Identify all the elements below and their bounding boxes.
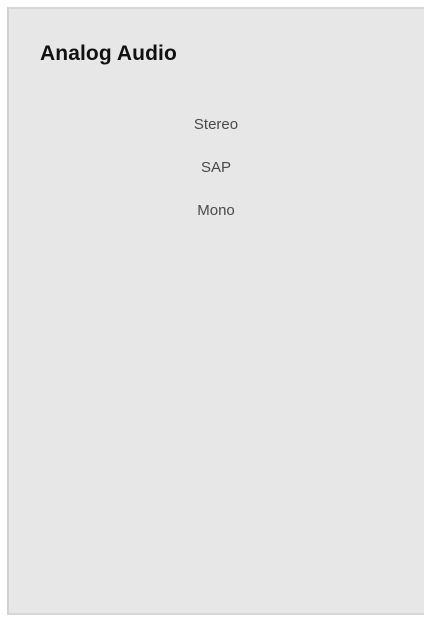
option-sap[interactable]: SAP [2,158,428,201]
option-mono[interactable]: Mono [2,201,428,244]
audio-mode-list: Stereo SAP Mono [9,115,428,244]
panel-title: Analog Audio [40,42,177,65]
analog-audio-panel: Analog Audio Stereo SAP Mono [7,7,424,615]
option-stereo[interactable]: Stereo [2,115,428,158]
